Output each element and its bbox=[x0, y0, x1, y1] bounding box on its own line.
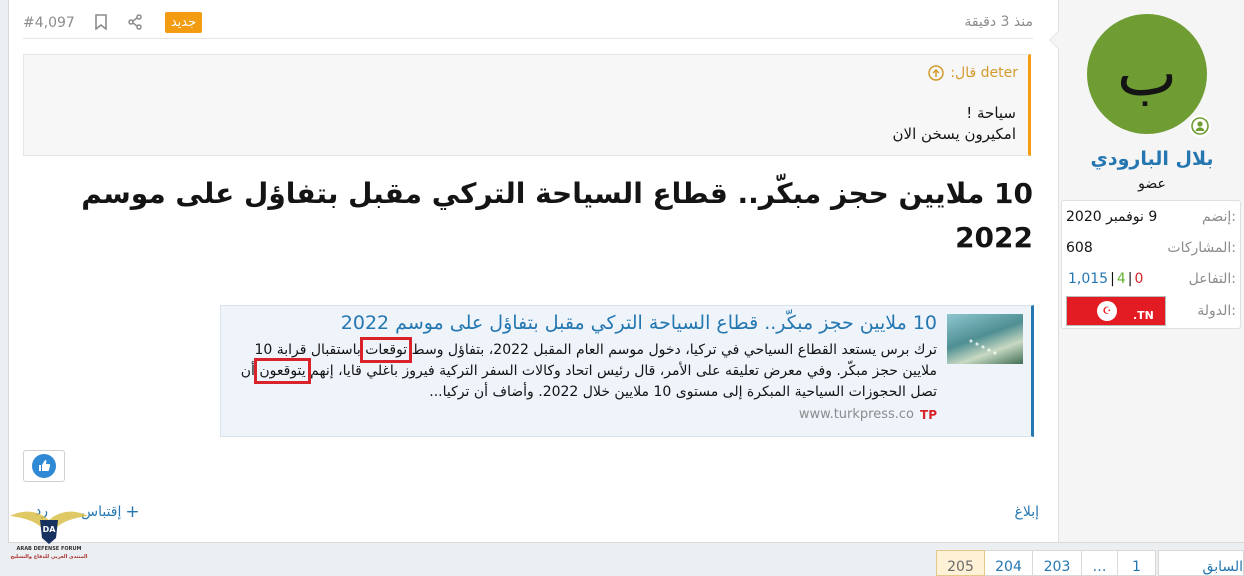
user-info-panel: ب بلال البارودي عضو 9 نوفمبر 2020 إنضم: … bbox=[1049, 0, 1244, 542]
user-stats: 9 نوفمبر 2020 إنضم: 608 المشاركات: 1,015… bbox=[1061, 200, 1241, 329]
preview-description: ترك برس يستعد القطاع السياحي في تركيا، د… bbox=[231, 337, 937, 403]
report-link[interactable]: إبلاغ bbox=[1015, 504, 1040, 520]
watermark-abbr: DA bbox=[43, 525, 57, 534]
post-header-actions: #4,097 جديد bbox=[23, 12, 203, 33]
page-link[interactable]: 203 bbox=[1033, 550, 1082, 576]
stat-joined: 9 نوفمبر 2020 إنضم: bbox=[1062, 201, 1240, 232]
page-current[interactable]: 205 bbox=[936, 550, 985, 576]
highlight-box: يتوقعون bbox=[254, 358, 311, 384]
bookmark-icon[interactable] bbox=[93, 13, 111, 32]
tunisia-flag-icon: ☪ .TN bbox=[1066, 296, 1166, 326]
source-url: www.turkpress.co bbox=[798, 407, 915, 422]
share-icon[interactable] bbox=[127, 13, 145, 32]
quote-author-link[interactable]: deter قال: bbox=[922, 65, 1018, 81]
post-container: #4,097 جديد منذ 3 دقيقة deter قال: سياحة… bbox=[8, 0, 1244, 543]
quote-author: deter قال: bbox=[950, 65, 1018, 81]
watermark-title: ARAB DEFENSE FORUM bbox=[16, 546, 82, 552]
user-avatar[interactable]: ب bbox=[1087, 14, 1207, 134]
stat-value: 1,015 | 4 | 0 bbox=[1068, 270, 1144, 287]
link-preview[interactable]: 10 ملايين حجز مبكّر.. قطاع السياحة الترك… bbox=[220, 305, 1034, 437]
stat-value: 608 bbox=[1066, 239, 1093, 256]
watermark-subtitle: المنتدى العربي للدفاع والتسليح bbox=[10, 554, 88, 560]
user-title: عضو bbox=[1138, 176, 1166, 192]
stat-posts: 608 المشاركات: bbox=[1062, 232, 1240, 263]
like-button[interactable] bbox=[23, 450, 65, 482]
post-time[interactable]: منذ 3 دقيقة bbox=[964, 14, 1033, 30]
pagination: 205 204 203 … 1 bbox=[936, 550, 1156, 576]
stat-country: ☪ .TN الدولة: bbox=[1062, 294, 1240, 328]
post-title: 10 ملايين حجز مبكّر.. قطاع السياحة الترك… bbox=[81, 177, 1033, 254]
flag-domain: .TN bbox=[1133, 309, 1154, 322]
page-link[interactable]: 204 bbox=[985, 550, 1033, 576]
new-badge: جديد bbox=[164, 12, 203, 33]
crescent-star-icon: ☪ bbox=[1097, 301, 1117, 321]
prev-page-label: السابق bbox=[1202, 559, 1243, 575]
prev-page-button[interactable]: السابق bbox=[1158, 550, 1244, 576]
forum-watermark-logo: DA ARAB DEFENSE FORUM المنتدى العربي للد… bbox=[6, 498, 92, 568]
quote-block: deter قال: سياحة ! امكيرون يسخن الان bbox=[23, 54, 1031, 156]
preview-text: ترك برس يستعد القطاع السياحي في تركيا، د… bbox=[407, 342, 937, 358]
plus-icon: + bbox=[125, 502, 140, 522]
source-logo-icon: TP bbox=[920, 407, 937, 422]
quote-line: امكيرون يسخن الان bbox=[892, 125, 1016, 143]
page-ellipsis[interactable]: … bbox=[1082, 550, 1118, 576]
page-link[interactable]: 1 bbox=[1118, 550, 1156, 576]
quote-line: سياحة ! bbox=[966, 104, 1016, 122]
stat-label: المشاركات: bbox=[1167, 239, 1236, 256]
arrow-up-circle-icon bbox=[928, 65, 945, 81]
reactions-neutral: 4 bbox=[1116, 270, 1126, 287]
preview-title[interactable]: 10 ملايين حجز مبكّر.. قطاع السياحة الترك… bbox=[341, 312, 937, 334]
stat-label: التفاعل: bbox=[1188, 270, 1236, 287]
stat-reactions: 1,015 | 4 | 0 التفاعل: bbox=[1062, 263, 1240, 294]
post-main: #4,097 جديد منذ 3 دقيقة deter قال: سياحة… bbox=[9, 0, 1041, 542]
online-status-icon bbox=[1189, 115, 1211, 137]
preview-source: TP www.turkpress.co bbox=[799, 407, 937, 422]
post-number-link[interactable]: #4,097 bbox=[23, 15, 75, 31]
preview-thumbnail bbox=[947, 314, 1023, 364]
stat-label: الدولة: bbox=[1197, 303, 1236, 319]
username-link[interactable]: بلال البارودي bbox=[1059, 148, 1244, 170]
thumbs-up-icon bbox=[32, 454, 56, 478]
quote-content: سياحة ! امكيرون يسخن الان bbox=[893, 103, 1016, 145]
stat-label: إنضم: bbox=[1202, 208, 1236, 225]
stat-value: 9 نوفمبر 2020 bbox=[1066, 208, 1158, 225]
post-header: #4,097 جديد منذ 3 دقيقة bbox=[23, 4, 1033, 39]
highlight-box: توقعات bbox=[360, 337, 413, 363]
reactions-negative: 0 bbox=[1134, 270, 1144, 287]
reactions-positive: 1,015 bbox=[1068, 270, 1109, 287]
